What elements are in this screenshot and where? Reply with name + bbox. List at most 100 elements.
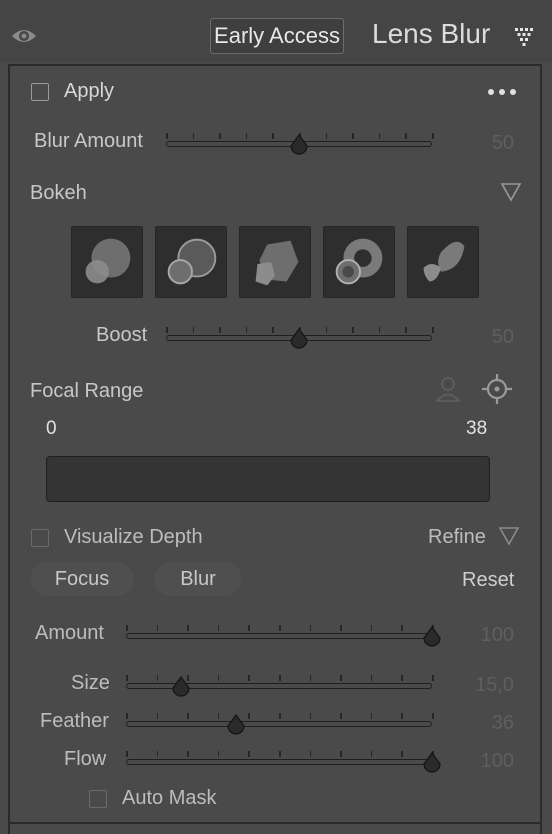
bokeh-ring-button[interactable] xyxy=(155,226,227,298)
bokeh-disclosure-icon[interactable] xyxy=(500,182,522,202)
auto-mask-checkbox[interactable] xyxy=(89,790,107,808)
slider-tick xyxy=(279,675,281,681)
amount-label: Amount xyxy=(35,622,104,644)
bokeh-label: Bokeh xyxy=(30,182,87,204)
bokeh-circle-button[interactable] xyxy=(71,226,143,298)
slider-track[interactable] xyxy=(126,721,432,727)
bokeh-circle-icon xyxy=(85,238,131,284)
feather-slider[interactable] xyxy=(126,713,434,737)
bokeh-blade-button[interactable] xyxy=(239,226,311,298)
size-value[interactable]: 15,0 xyxy=(454,674,514,697)
focus-button[interactable]: Focus xyxy=(30,562,134,596)
size-slider[interactable] xyxy=(126,675,434,699)
slider-track[interactable] xyxy=(126,759,432,765)
refine-disclosure-icon[interactable] xyxy=(498,526,520,546)
slider-tick xyxy=(187,713,189,719)
slider-tick xyxy=(245,327,248,333)
slider-tick xyxy=(126,713,128,719)
slider-tick xyxy=(279,751,281,757)
slider-tick xyxy=(432,327,434,333)
amount-slider[interactable] xyxy=(126,625,441,649)
flow-value[interactable]: 100 xyxy=(454,750,514,773)
slider-tick xyxy=(156,751,159,757)
reset-button[interactable]: Reset xyxy=(462,569,514,592)
slider-tick xyxy=(352,133,354,139)
slider-thumb-icon[interactable] xyxy=(288,134,310,156)
bokeh-ring-icon xyxy=(167,238,217,285)
slider-tick xyxy=(156,675,159,681)
slider-tick xyxy=(219,133,221,139)
boost-value[interactable]: 50 xyxy=(454,326,514,349)
panel-divider xyxy=(8,822,542,824)
blur-amount-slider[interactable] xyxy=(166,133,434,157)
slider-tick xyxy=(192,133,195,139)
apply-checkbox[interactable] xyxy=(31,83,49,101)
slider-tick xyxy=(340,713,342,719)
slider-tick xyxy=(352,327,354,333)
slider-tick xyxy=(432,675,434,681)
bokeh-cat-eye-button[interactable] xyxy=(407,226,479,298)
slider-ticks xyxy=(126,751,434,759)
collapse-triangle-icon[interactable] xyxy=(514,26,534,46)
slider-thumb-icon[interactable] xyxy=(421,752,443,774)
focal-range-bar[interactable] xyxy=(46,456,490,502)
slider-tick xyxy=(248,751,250,757)
slider-tick xyxy=(219,327,221,333)
slider-thumb-icon[interactable] xyxy=(225,714,247,736)
feather-label: Feather xyxy=(40,710,109,732)
slider-tick xyxy=(245,133,248,139)
slider-tick xyxy=(401,625,403,631)
bokeh-donut-button[interactable] xyxy=(323,226,395,298)
slider-tick xyxy=(187,751,189,757)
slider-tick xyxy=(401,713,403,719)
slider-tick xyxy=(340,675,342,681)
visualize-depth-checkbox[interactable] xyxy=(31,529,49,547)
size-label: Size xyxy=(71,672,110,694)
slider-tick xyxy=(187,625,189,631)
bokeh-cat-eye-icon xyxy=(423,241,465,282)
slider-tick xyxy=(370,713,373,719)
slider-tick xyxy=(378,133,381,139)
slider-tick xyxy=(378,327,381,333)
slider-tick xyxy=(370,625,373,631)
slider-tick xyxy=(248,675,250,681)
early-access-badge[interactable]: Early Access xyxy=(210,18,344,54)
slider-tick xyxy=(217,713,220,719)
boost-label: Boost xyxy=(96,324,148,346)
slider-tick xyxy=(248,625,250,631)
slider-tick xyxy=(309,713,312,719)
slider-ticks xyxy=(126,713,434,721)
slider-thumb-icon[interactable] xyxy=(288,328,310,350)
feather-value[interactable]: 36 xyxy=(454,712,514,735)
eye-icon[interactable] xyxy=(10,24,38,48)
boost-slider[interactable] xyxy=(166,327,434,351)
slider-tick xyxy=(370,751,373,757)
slider-thumb-icon[interactable] xyxy=(421,626,443,648)
slider-tick xyxy=(156,713,159,719)
slider-tick xyxy=(272,327,274,333)
focal-range-label: Focal Range xyxy=(30,380,144,402)
slider-tick xyxy=(248,713,250,719)
slider-tick xyxy=(340,625,342,631)
slider-track[interactable] xyxy=(126,633,432,639)
target-focus-icon[interactable] xyxy=(480,372,514,406)
blur-amount-value[interactable]: 50 xyxy=(454,132,514,155)
slider-tick xyxy=(432,713,434,719)
slider-tick xyxy=(279,713,281,719)
blur-button[interactable]: Blur xyxy=(154,562,242,596)
flow-slider[interactable] xyxy=(126,751,441,775)
slider-tick xyxy=(401,751,403,757)
slider-tick xyxy=(156,625,159,631)
bokeh-blade-icon xyxy=(255,240,299,286)
more-options-icon[interactable] xyxy=(488,89,516,95)
panel-header: Early Access Lens Blur xyxy=(0,0,552,62)
slider-tick xyxy=(217,625,220,631)
focal-range-min: 0 xyxy=(46,418,57,439)
amount-value[interactable]: 100 xyxy=(454,624,514,647)
slider-thumb-icon[interactable] xyxy=(170,676,192,698)
slider-tick xyxy=(405,133,407,139)
slider-tick xyxy=(325,133,328,139)
slider-tick xyxy=(166,327,168,333)
slider-tick xyxy=(272,133,274,139)
subject-select-icon[interactable] xyxy=(434,374,462,404)
